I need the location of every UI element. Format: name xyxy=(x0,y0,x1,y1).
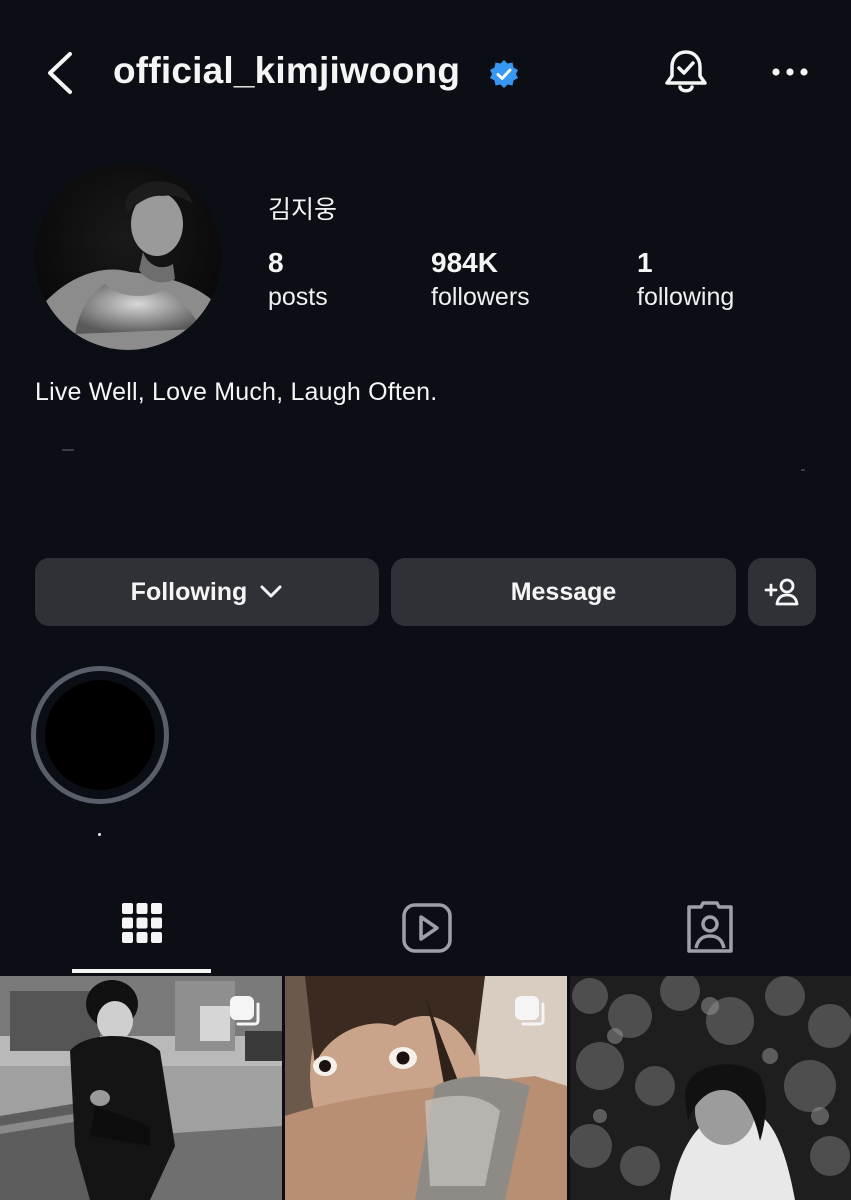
carousel-icon xyxy=(515,996,545,1026)
notifications-button[interactable] xyxy=(660,46,712,98)
display-name: 김지웅 xyxy=(268,196,338,224)
verified-badge-icon xyxy=(489,59,519,89)
back-button[interactable] xyxy=(40,50,80,96)
followers-count[interactable]: 984K followers xyxy=(431,246,530,314)
divider-mark xyxy=(62,449,74,451)
tagged-icon xyxy=(686,901,733,953)
profile-username: official_kimjiwoong xyxy=(113,50,461,91)
followers-count-label: followers xyxy=(431,283,530,311)
tab-reels[interactable] xyxy=(357,893,496,973)
following-button[interactable]: Following xyxy=(35,558,379,626)
profile-bio: Live Well, Love Much, Laugh Often. xyxy=(35,378,438,406)
profile-avatar[interactable] xyxy=(35,164,221,350)
posts-count-value: 8 xyxy=(268,247,284,278)
post-thumbnail[interactable] xyxy=(570,976,851,1200)
more-options-button[interactable] xyxy=(768,55,812,89)
message-button[interactable]: Message xyxy=(391,558,736,626)
divider-mark xyxy=(801,469,805,471)
chevron-left-icon xyxy=(48,52,72,94)
suggested-users-button[interactable] xyxy=(748,558,816,626)
selected-tab-indicator xyxy=(72,969,211,973)
ellipsis-icon xyxy=(772,68,808,76)
reels-icon xyxy=(401,903,452,953)
following-count-label: following xyxy=(637,283,735,311)
grid-icon xyxy=(121,903,162,943)
followers-count-value: 984K xyxy=(431,247,498,278)
highlight-title-mark xyxy=(98,833,101,836)
post-thumbnail[interactable] xyxy=(285,976,567,1200)
post-thumbnail[interactable] xyxy=(0,976,282,1200)
following-count-value: 1 xyxy=(637,247,653,278)
person-add-icon xyxy=(764,578,799,606)
tab-tagged[interactable] xyxy=(640,893,779,973)
posts-count[interactable]: 8 posts xyxy=(268,246,328,314)
carousel-icon xyxy=(230,996,260,1026)
following-count[interactable]: 1 following xyxy=(637,246,734,314)
story-highlight-cover xyxy=(45,680,155,790)
chevron-down-icon xyxy=(260,585,282,598)
bell-check-icon xyxy=(665,50,707,93)
message-button-label: Message xyxy=(510,577,617,606)
posts-count-label: posts xyxy=(268,283,328,311)
story-highlight[interactable] xyxy=(31,666,169,804)
tab-posts[interactable] xyxy=(72,893,211,973)
following-button-label: Following xyxy=(130,577,248,606)
